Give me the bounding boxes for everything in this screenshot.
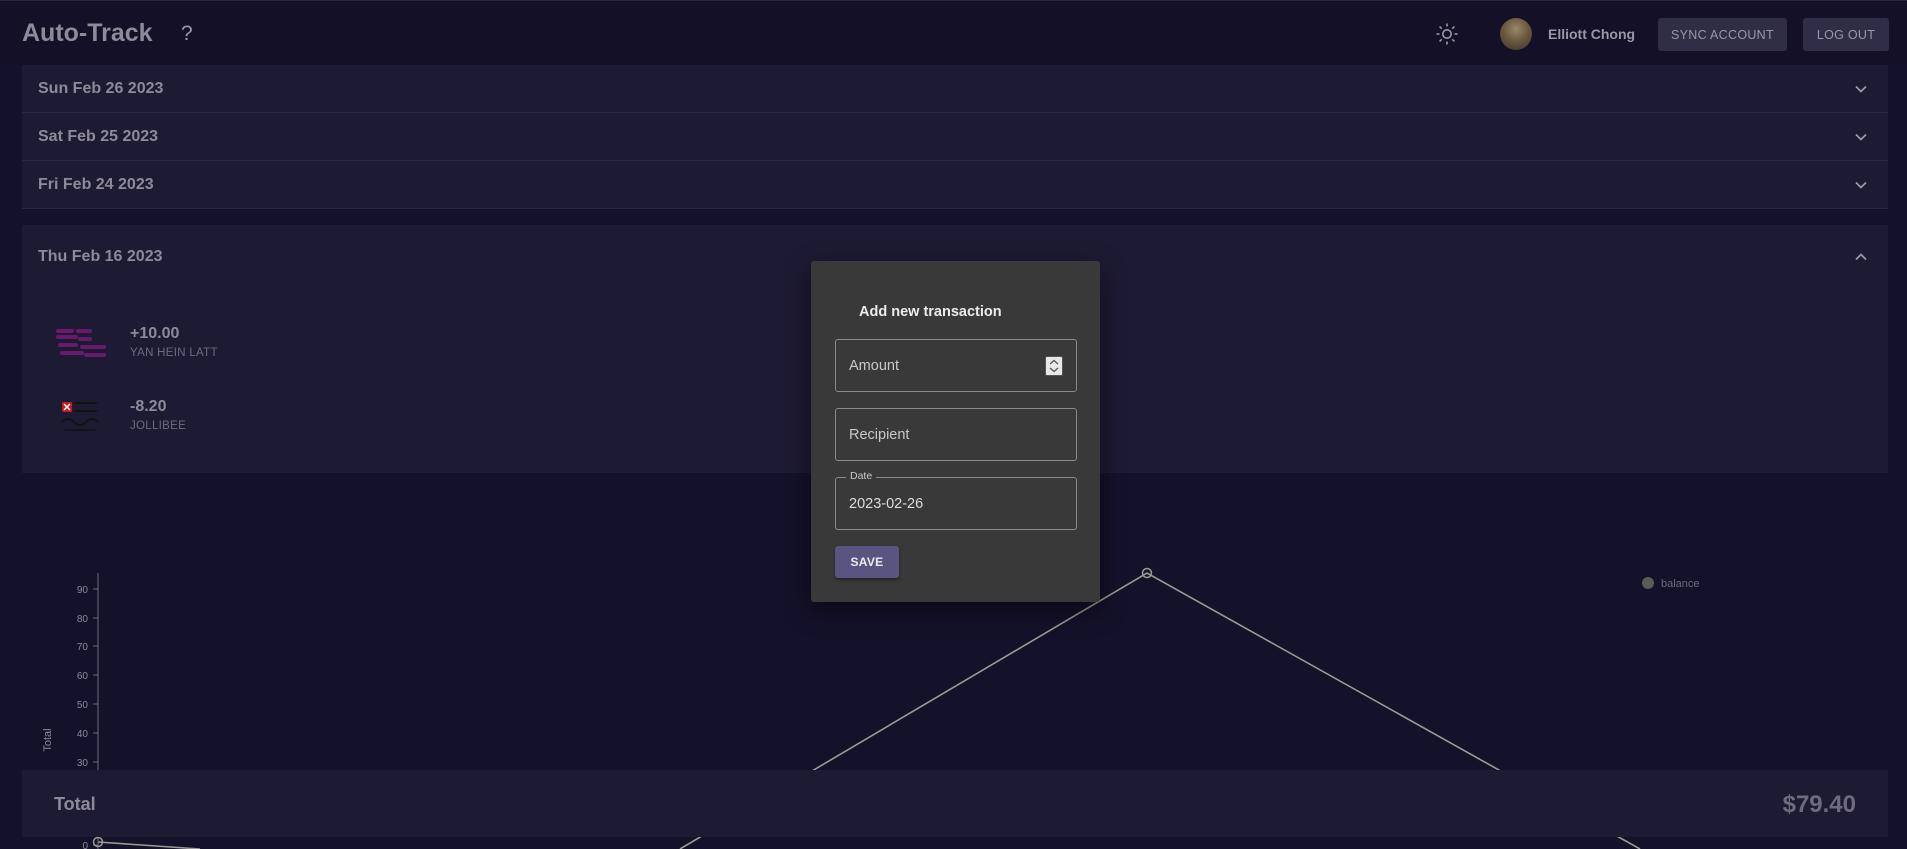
total-label: Total bbox=[54, 794, 96, 814]
y-tick-label: 70 bbox=[77, 642, 89, 653]
amount-field bbox=[835, 339, 1077, 392]
day-label[interactable]: Thu Feb 16 2023 bbox=[38, 248, 163, 266]
app-title: Auto-Track bbox=[22, 19, 153, 47]
total-bar: Total $79.40 bbox=[22, 770, 1888, 837]
transaction-amount: -8.20 bbox=[130, 398, 167, 415]
app-header: Auto-Track ? Elliott Chong SYNC ACCOUNT … bbox=[0, 0, 1907, 66]
y-tick-label: 40 bbox=[77, 729, 89, 740]
chevron-down-icon bbox=[1855, 85, 1867, 93]
user-name: Elliott Chong bbox=[1548, 26, 1636, 42]
y-axis-label: Total bbox=[42, 728, 54, 751]
transaction-amount: +10.00 bbox=[130, 325, 180, 342]
paynow-logo-icon bbox=[54, 325, 112, 361]
chevron-up-icon[interactable] bbox=[1854, 250, 1868, 264]
logout-button[interactable]: LOG OUT bbox=[1803, 18, 1889, 51]
y-tick-label: 30 bbox=[77, 758, 89, 769]
day-row-sat-feb-25[interactable]: Sat Feb 25 2023 bbox=[22, 113, 1888, 161]
avatar[interactable] bbox=[1500, 18, 1532, 50]
transaction-recipient: YAN HEIN LATT bbox=[130, 347, 218, 359]
recipient-field bbox=[835, 408, 1077, 461]
chevron-down-icon bbox=[1855, 181, 1867, 189]
legend-label: balance bbox=[1661, 578, 1700, 590]
day-row-sun-feb-26[interactable]: Sun Feb 26 2023 bbox=[22, 65, 1888, 113]
save-button[interactable]: SAVE bbox=[835, 546, 899, 578]
y-tick-label: 60 bbox=[77, 671, 89, 682]
day-row-fri-feb-24[interactable]: Fri Feb 24 2023 bbox=[22, 161, 1888, 209]
sun-icon[interactable] bbox=[1435, 22, 1459, 46]
date-field: Date bbox=[835, 470, 1077, 530]
transaction-item: -8.20 JOLLIBEE bbox=[52, 394, 352, 442]
day-label: Fri Feb 24 2023 bbox=[38, 176, 154, 193]
y-tick-label: 80 bbox=[77, 614, 89, 625]
sync-account-button[interactable]: SYNC ACCOUNT bbox=[1658, 18, 1787, 51]
day-label: Sat Feb 25 2023 bbox=[38, 128, 159, 145]
series-line bbox=[97, 841, 201, 849]
add-transaction-dialog: Add new transaction Date SAVE bbox=[811, 261, 1100, 602]
recipient-input[interactable] bbox=[836, 409, 1076, 460]
stepper-arrows-icon bbox=[1049, 359, 1059, 373]
y-tick-label: 50 bbox=[77, 700, 89, 711]
help-button[interactable]: ? bbox=[181, 22, 193, 46]
dialog-title: Add new transaction bbox=[859, 304, 1002, 320]
transaction-item: +10.00 YAN HEIN LATT bbox=[52, 321, 352, 369]
chart-legend: balance bbox=[1642, 577, 1700, 590]
amount-input[interactable] bbox=[836, 340, 1076, 391]
legend-marker bbox=[1642, 577, 1654, 589]
y-tick-label: 90 bbox=[77, 585, 89, 596]
day-label: Sun Feb 26 2023 bbox=[38, 80, 164, 97]
chevron-down-icon bbox=[1855, 133, 1867, 141]
amount-stepper[interactable] bbox=[1045, 356, 1063, 376]
date-input[interactable] bbox=[836, 478, 1076, 529]
y-tick-label: 0 bbox=[82, 841, 88, 849]
dbs-paylah-logo-icon bbox=[61, 402, 99, 431]
transaction-recipient: JOLLIBEE bbox=[130, 420, 187, 432]
total-value: $79.40 bbox=[1782, 791, 1856, 818]
